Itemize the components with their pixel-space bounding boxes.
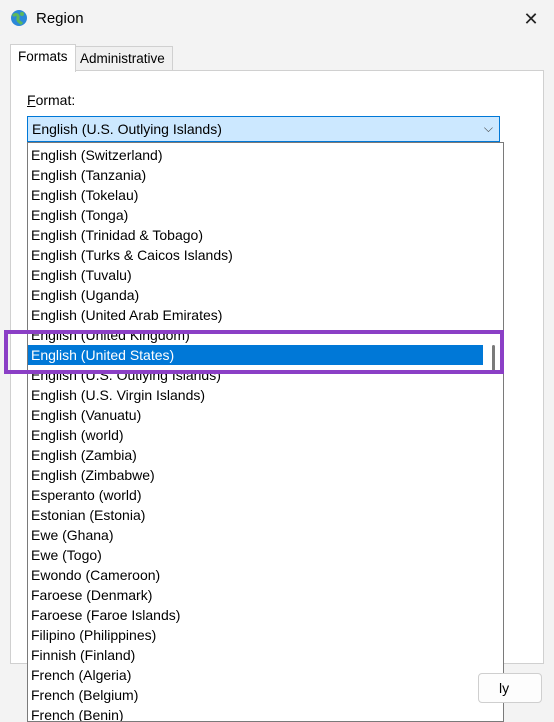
title-bar: Region ✕ — [0, 0, 554, 38]
list-item[interactable]: Filipino (Philippines) — [28, 625, 483, 645]
format-label: Format: — [27, 92, 75, 108]
dropdown-options: English (Switzerland) English (Tanzania) E… — [28, 145, 483, 721]
list-item[interactable]: English (Tuvalu) — [28, 265, 483, 285]
apply-button[interactable]: ly — [478, 673, 542, 703]
format-combobox-value: English (U.S. Outlying Islands) — [32, 121, 222, 137]
list-item[interactable]: English (Zambia) — [28, 445, 483, 465]
list-item[interactable]: English (Tanzania) — [28, 165, 483, 185]
list-item[interactable]: English (U.S. Virgin Islands) — [28, 385, 483, 405]
highlight-box — [4, 330, 504, 374]
list-item[interactable]: English (Switzerland) — [28, 145, 483, 165]
close-icon: ✕ — [523, 8, 539, 29]
list-item[interactable]: French (Benin) — [28, 705, 483, 721]
chevron-down-icon[interactable]: ⌵ — [484, 121, 493, 136]
list-item[interactable]: English (Tonga) — [28, 205, 483, 225]
list-item[interactable]: French (Belgium) — [28, 685, 483, 705]
list-item[interactable]: Esperanto (world) — [28, 485, 483, 505]
list-item[interactable]: French (Algeria) — [28, 665, 483, 685]
dropdown-scrollbar[interactable] — [483, 143, 503, 721]
format-label-text: ormat: — [35, 92, 76, 108]
list-item[interactable]: English (Tokelau) — [28, 185, 483, 205]
list-item[interactable]: English (Turks & Caicos Islands) — [28, 245, 483, 265]
list-item[interactable]: Finnish (Finland) — [28, 645, 483, 665]
list-item[interactable]: Estonian (Estonia) — [28, 505, 483, 525]
format-combobox[interactable]: English (U.S. Outlying Islands) ⌵ — [27, 116, 500, 142]
close-button[interactable]: ✕ — [508, 0, 554, 38]
apply-button-label: ly — [499, 680, 510, 696]
list-item[interactable]: Ewondo (Cameroon) — [28, 565, 483, 585]
list-item[interactable]: Ewe (Togo) — [28, 545, 483, 565]
list-item[interactable]: English (Vanuatu) — [28, 405, 483, 425]
list-item[interactable]: English (United Arab Emirates) — [28, 305, 483, 325]
globe-icon — [11, 10, 27, 26]
list-item[interactable]: Ewe (Ghana) — [28, 525, 483, 545]
format-dropdown-list[interactable]: English (Switzerland) English (Tanzania) E… — [27, 142, 504, 722]
list-item[interactable]: Faroese (Denmark) — [28, 585, 483, 605]
list-item[interactable]: English (Uganda) — [28, 285, 483, 305]
list-item[interactable]: English (world) — [28, 425, 483, 445]
list-item[interactable]: Faroese (Faroe Islands) — [28, 605, 483, 625]
format-label-accelerator: F — [27, 92, 36, 108]
tab-formats[interactable]: Formats — [10, 44, 76, 72]
list-item[interactable]: English (Zimbabwe) — [28, 465, 483, 485]
tab-administrative[interactable]: Administrative — [72, 46, 173, 71]
list-item[interactable]: English (Trinidad & Tobago) — [28, 225, 483, 245]
window-title: Region — [36, 10, 84, 27]
